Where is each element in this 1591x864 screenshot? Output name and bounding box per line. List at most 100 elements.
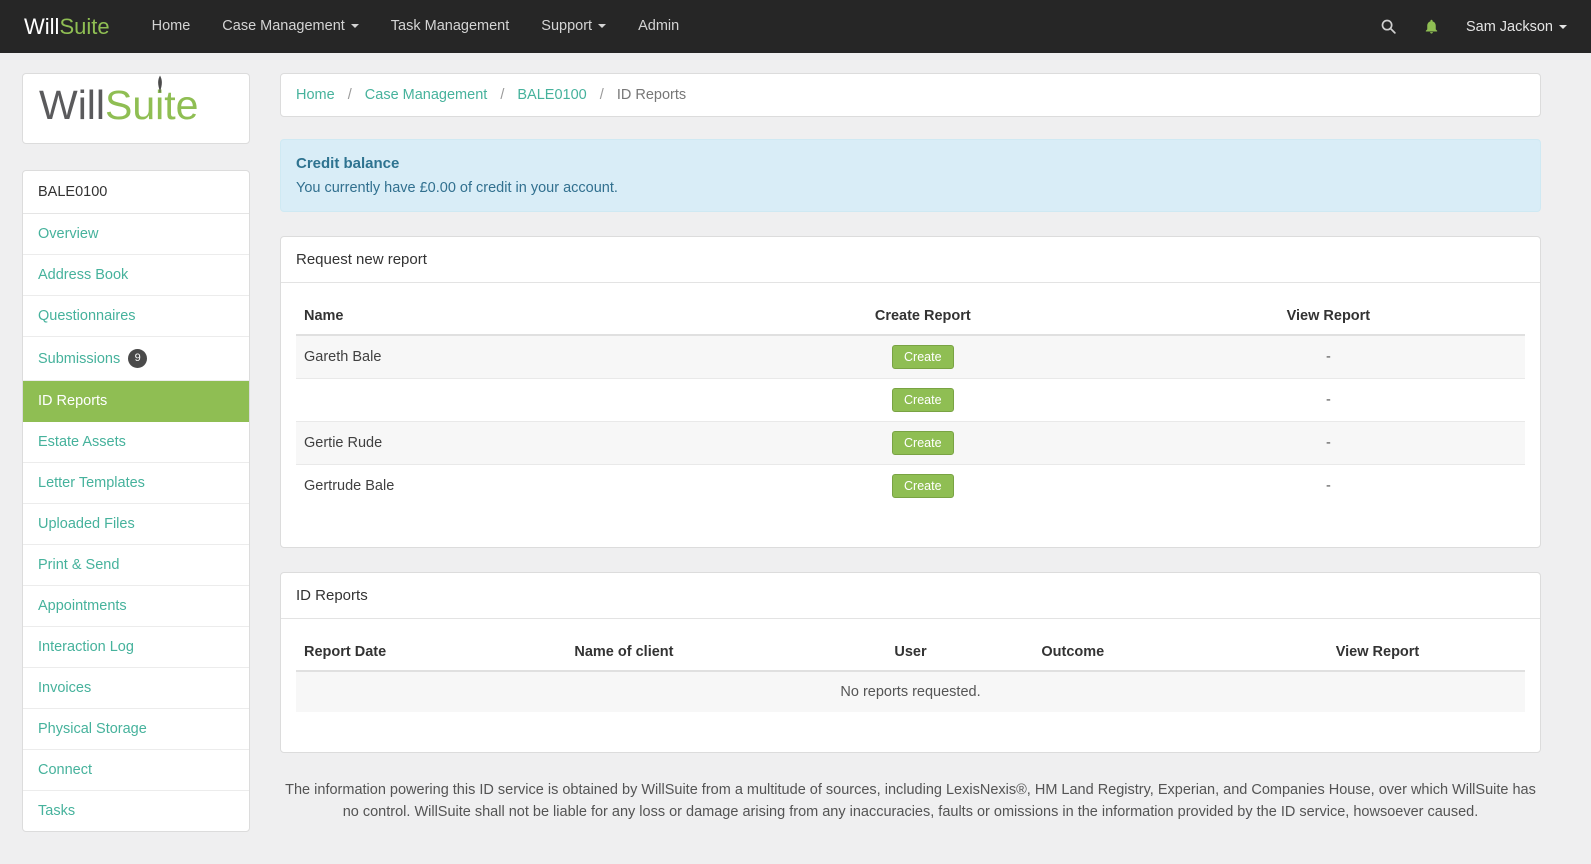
sidebar-item-label: ID Reports: [38, 393, 108, 410]
navbar-menu: Home Case Management Task Management Sup…: [136, 0, 696, 53]
breadcrumb: Home / Case Management / BALE0100 / ID R…: [280, 73, 1541, 117]
sidebar-item-label: Submissions: [38, 350, 121, 367]
alert-message: You currently have £0.00 of credit in yo…: [296, 180, 618, 196]
view-report-cell: -: [1325, 349, 1331, 365]
sidebar-item-label: Invoices: [38, 680, 92, 697]
sidebar-item-label: Estate Assets: [38, 434, 126, 451]
create-report-button[interactable]: Create: [892, 431, 954, 455]
main-content: Home / Case Management / BALE0100 / ID R…: [280, 73, 1541, 824]
brand-part-suite: Suite: [59, 13, 110, 39]
column-header-user: User: [787, 634, 1034, 672]
id-service-disclaimer: The information powering this ID service…: [285, 782, 1536, 821]
sidebar-item-id-reports[interactable]: ID Reports: [23, 381, 249, 423]
sidebar-logo: WillSuite: [39, 75, 199, 131]
navbar-brand[interactable]: WillSuite: [24, 14, 110, 40]
logo-part-will: Will: [39, 82, 106, 128]
brand-part-will: Will: [24, 13, 60, 39]
sidebar-item-letter-templates[interactable]: Letter Templates: [23, 463, 249, 505]
notifications-bell-icon[interactable]: [1423, 18, 1440, 35]
breadcrumb-separator: /: [347, 87, 352, 103]
column-header-view-report: View Report: [1230, 634, 1525, 672]
sidebar-item-appointments[interactable]: Appointments: [23, 586, 249, 628]
table-row: Create -: [296, 378, 1525, 422]
create-report-button[interactable]: Create: [892, 345, 954, 369]
credit-balance-alert: Credit balance You currently have £0.00 …: [280, 139, 1541, 212]
column-header-report-date: Report Date: [296, 634, 567, 672]
quill-icon: [158, 75, 163, 93]
sidebar-item-submissions[interactable]: Submissions 9: [23, 337, 249, 382]
user-menu[interactable]: Sam Jackson: [1466, 19, 1567, 35]
nav-item-admin[interactable]: Admin: [622, 0, 695, 53]
view-report-cell: -: [1325, 478, 1331, 494]
sidebar-item-label: Letter Templates: [38, 475, 145, 492]
sidebar-item-estate-assets[interactable]: Estate Assets: [23, 422, 249, 464]
sidebar-item-questionnaires[interactable]: Questionnaires: [23, 296, 249, 338]
breadcrumb-case-management[interactable]: Case Management: [365, 87, 488, 103]
column-header-create-report: Create Report: [713, 298, 1132, 336]
nav-item-support-label: Support: [541, 18, 593, 34]
nav-item-home[interactable]: Home: [136, 0, 207, 53]
sidebar-item-overview[interactable]: Overview: [23, 214, 249, 256]
sidebar-item-label: Physical Storage: [38, 721, 147, 738]
logo-part-suite: Suite: [105, 82, 199, 128]
table-row: Gareth Bale Create -: [296, 335, 1525, 379]
column-header-name-of-client: Name of client: [566, 634, 788, 672]
breadcrumb-current-page: ID Reports: [616, 87, 687, 103]
chevron-down-icon: [350, 24, 359, 29]
sidebar-item-uploaded-files[interactable]: Uploaded Files: [23, 504, 249, 546]
sidebar-item-interaction-log[interactable]: Interaction Log: [23, 627, 249, 669]
sidebar: WillSuite BALE0100 Overview Address Book…: [22, 73, 250, 833]
breadcrumb-separator: /: [500, 87, 505, 103]
chevron-down-icon: [598, 24, 607, 29]
nav-item-support[interactable]: Support: [525, 0, 622, 53]
column-header-name: Name: [296, 298, 714, 336]
submissions-count-badge: 9: [128, 349, 148, 369]
table-row: Gertrude Bale Create -: [296, 464, 1525, 508]
sidebar-item-connect[interactable]: Connect: [23, 750, 249, 792]
client-name: [296, 379, 714, 422]
sidebar-item-label: Print & Send: [38, 557, 120, 574]
breadcrumb-home[interactable]: Home: [296, 87, 335, 103]
client-name: Gertrude Bale: [304, 478, 395, 494]
sidebar-item-invoices[interactable]: Invoices: [23, 668, 249, 710]
sidebar-item-print-and-send[interactable]: Print & Send: [23, 545, 249, 587]
nav-item-case-management[interactable]: Case Management: [206, 0, 375, 53]
breadcrumb-separator: /: [599, 87, 604, 103]
chevron-down-icon: [1559, 24, 1567, 29]
case-reference: BALE0100: [23, 171, 249, 215]
create-report-button[interactable]: Create: [892, 474, 954, 498]
panel-title: Request new report: [281, 237, 1540, 283]
nav-item-case-management-label: Case Management: [222, 18, 345, 34]
sidebar-item-label: Appointments: [38, 598, 127, 615]
table-row: Gertie Rude Create -: [296, 421, 1525, 465]
case-navigation: BALE0100 Overview Address Book Questionn…: [22, 170, 250, 833]
sidebar-item-address-book[interactable]: Address Book: [23, 255, 249, 297]
column-header-outcome: Outcome: [1033, 634, 1231, 672]
top-navbar: WillSuite Home Case Management Task Mana…: [0, 0, 1591, 53]
sidebar-item-label: Address Book: [38, 267, 129, 284]
sidebar-item-label: Uploaded Files: [38, 516, 135, 533]
view-report-cell: -: [1325, 435, 1331, 451]
sidebar-item-physical-storage[interactable]: Physical Storage: [23, 709, 249, 751]
client-name: Gareth Bale: [304, 349, 382, 365]
search-icon[interactable]: [1380, 18, 1397, 35]
nav-item-task-management[interactable]: Task Management: [375, 0, 525, 53]
sidebar-item-label: Overview: [38, 226, 99, 243]
client-name: Gertie Rude: [304, 435, 383, 451]
id-reports-panel: ID Reports Report Date Name of client Us…: [280, 572, 1541, 753]
column-header-view-report: View Report: [1131, 298, 1525, 336]
alert-title: Credit balance: [296, 155, 400, 172]
panel-title: ID Reports: [281, 573, 1540, 619]
user-name: Sam Jackson: [1465, 18, 1553, 35]
navbar-right: Sam Jackson: [1380, 18, 1567, 35]
request-report-table: Name Create Report View Report Gareth Ba…: [296, 298, 1525, 507]
sidebar-item-tasks[interactable]: Tasks: [23, 791, 249, 831]
request-new-report-panel: Request new report Name Create Report Vi…: [280, 236, 1541, 548]
empty-state-message: No reports requested.: [296, 671, 1525, 712]
sidebar-item-label: Tasks: [38, 803, 76, 820]
empty-state-row: No reports requested.: [296, 671, 1525, 712]
create-report-button[interactable]: Create: [892, 388, 954, 412]
sidebar-item-label: Interaction Log: [38, 639, 134, 656]
id-reports-table: Report Date Name of client User Outcome …: [296, 634, 1525, 712]
breadcrumb-case-ref[interactable]: BALE0100: [517, 87, 586, 103]
